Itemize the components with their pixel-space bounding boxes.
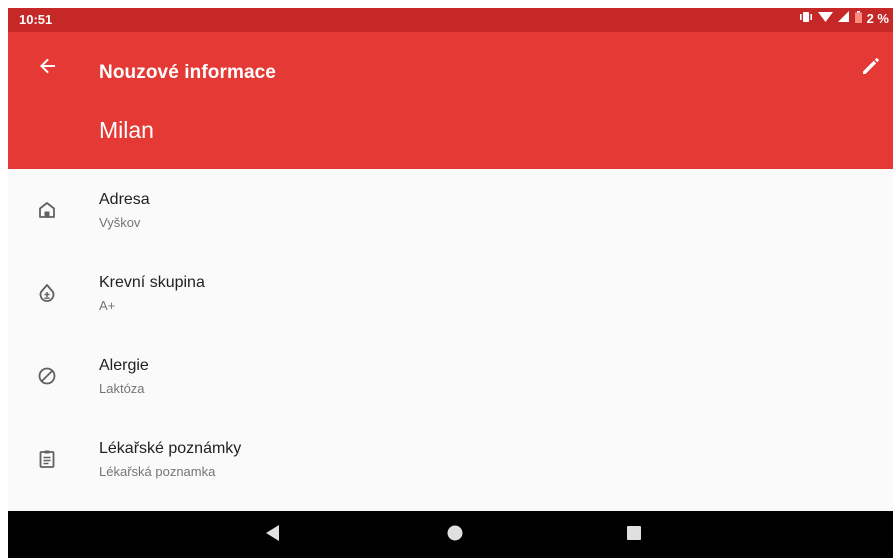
wifi-icon [817, 11, 833, 26]
vibrate-icon [799, 11, 813, 26]
item-label: Adresa [99, 191, 150, 208]
blood-drop-icon [36, 282, 58, 304]
arrow-back-icon [39, 57, 57, 80]
list-item-allergies[interactable]: Alergie Laktóza [8, 335, 893, 418]
status-icons: 2 % [799, 11, 889, 26]
item-value: Lékařská poznamka [99, 464, 216, 479]
battery-percent: 2 % [866, 11, 889, 26]
pencil-icon [861, 56, 881, 81]
nav-back-button[interactable] [260, 522, 286, 548]
item-label: Krevní skupina [99, 274, 205, 291]
item-value: Vyškov [99, 215, 141, 230]
back-button[interactable] [32, 52, 64, 84]
status-bar: 10:51 2 % [8, 8, 893, 32]
battery-icon [854, 11, 862, 26]
item-label: Lékařské poznámky [99, 440, 242, 457]
nav-home-button[interactable] [442, 522, 468, 548]
home-circle-icon [447, 525, 463, 546]
list-item-blood-type[interactable]: Krevní skupina A+ [8, 252, 893, 335]
status-time: 10:51 [19, 12, 53, 27]
device-frame: 10:51 2 % Nouzové informace Milan Adresa… [0, 0, 893, 558]
system-nav-bar [8, 511, 893, 558]
person-name: Milan [99, 117, 154, 143]
item-label: Alergie [99, 357, 149, 374]
page-title: Nouzové informace [99, 62, 276, 83]
info-list: Adresa Vyškov Krevní skupina A+ Alergie … [8, 169, 893, 501]
home-icon [36, 199, 58, 221]
edit-button[interactable] [855, 52, 887, 84]
item-value: A+ [99, 298, 116, 313]
nav-recents-button[interactable] [621, 522, 647, 548]
block-icon [36, 365, 58, 387]
screen: 10:51 2 % Nouzové informace Milan Adresa… [8, 8, 893, 558]
app-bar: Nouzové informace Milan [8, 32, 893, 169]
list-item-medical-notes[interactable]: Lékařské poznámky Lékařská poznamka [8, 418, 893, 501]
signal-icon [837, 11, 850, 26]
back-triangle-icon [266, 524, 280, 546]
recents-square-icon [627, 525, 641, 545]
item-value: Laktóza [99, 381, 145, 396]
clipboard-icon [36, 448, 58, 470]
list-item-address[interactable]: Adresa Vyškov [8, 169, 893, 252]
